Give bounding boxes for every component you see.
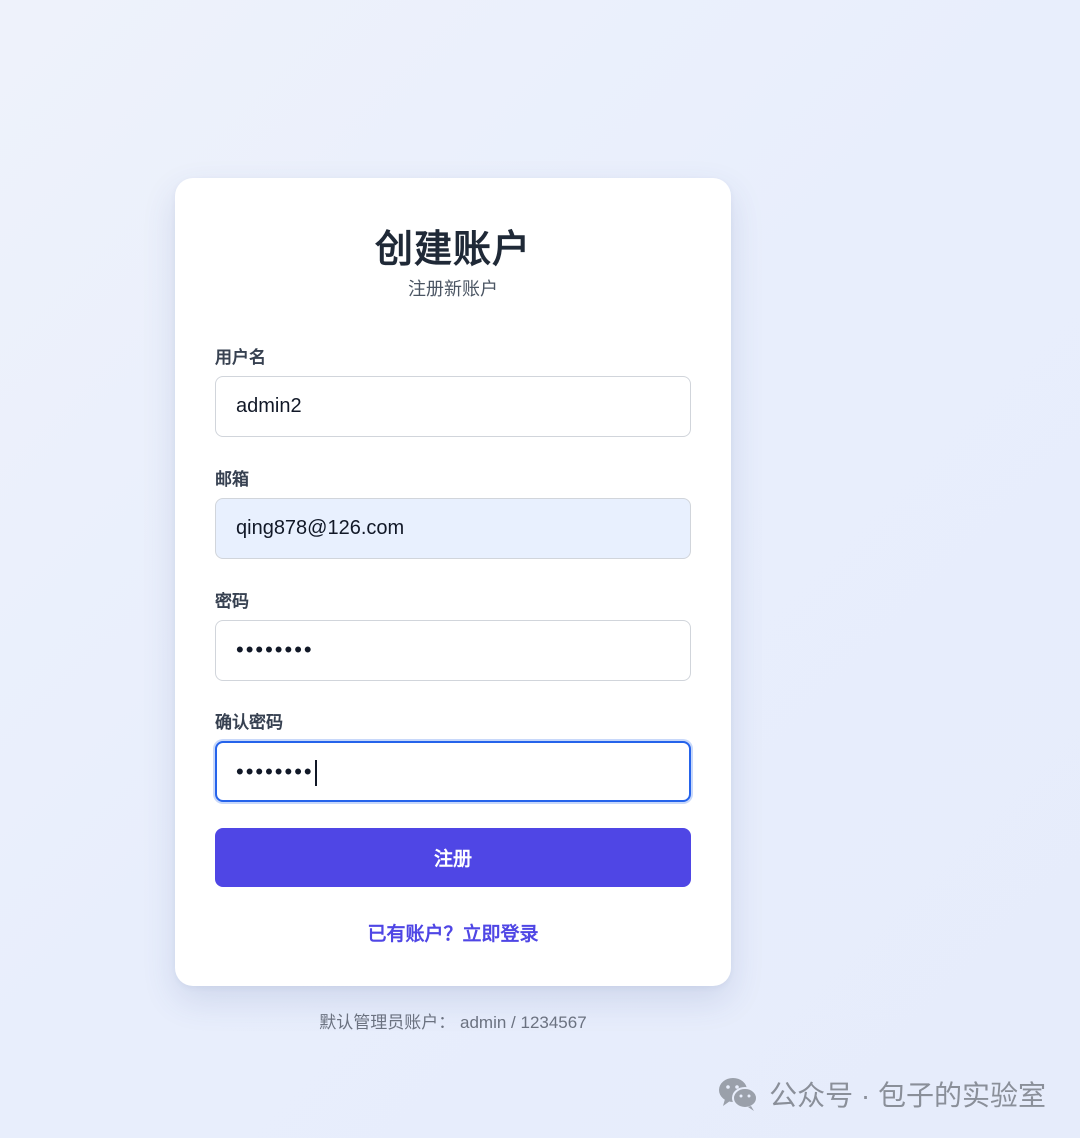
username-input[interactable]: admin2 <box>215 376 691 437</box>
register-card: 创建账户 注册新账户 用户名 admin2 邮箱 qing878@126.com… <box>175 178 731 986</box>
username-label: 用户名 <box>215 348 266 367</box>
password-value: •••••••• <box>236 637 314 662</box>
email-label: 邮箱 <box>215 470 249 489</box>
email-input[interactable]: qing878@126.com <box>215 498 691 559</box>
confirm-password-input[interactable]: •••••••• <box>215 741 691 802</box>
password-label: 密码 <box>215 592 249 611</box>
register-button[interactable]: 注册 <box>215 828 691 887</box>
email-value: qing878@126.com <box>236 517 405 539</box>
wechat-icon <box>719 1078 759 1111</box>
text-caret <box>314 760 317 787</box>
watermark: 公众号 · 包子的实验室 <box>717 1074 1046 1114</box>
login-link[interactable]: 已有账户？立即登录 <box>175 919 731 946</box>
confirm-password-label: 确认密码 <box>215 713 283 732</box>
page-title: 创建账户 <box>374 229 531 271</box>
confirm-password-value: •••••••• <box>236 759 314 784</box>
page-subtitle: 注册新账户 <box>408 279 498 299</box>
default-admin-hint: 默认管理员账户： admin / 1234567 <box>319 1013 587 1032</box>
username-value: admin2 <box>236 395 302 417</box>
password-input[interactable]: •••••••• <box>215 620 691 681</box>
watermark-text: 公众号 · 包子的实验室 <box>769 1080 1046 1111</box>
